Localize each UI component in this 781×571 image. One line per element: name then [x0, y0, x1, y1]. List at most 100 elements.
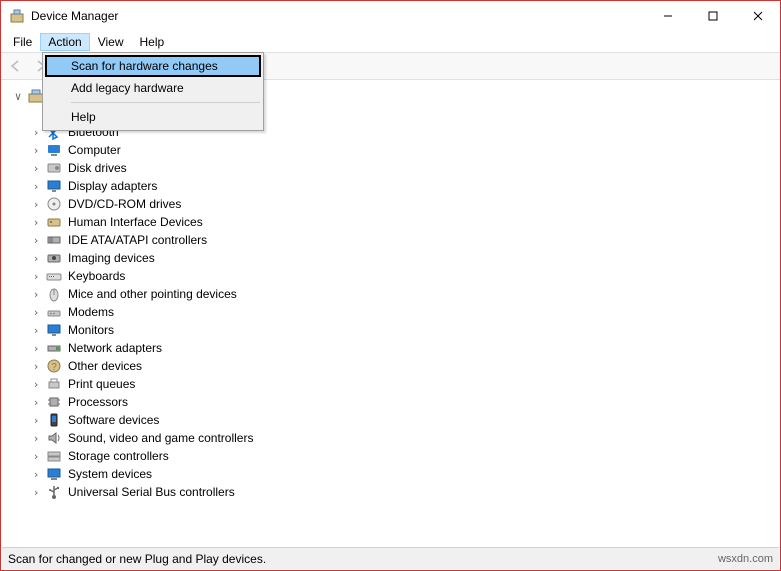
tree-node-label: Print queues [66, 377, 135, 391]
chevron-right-icon[interactable]: › [30, 288, 42, 301]
tree-node-label: Other devices [66, 359, 142, 373]
device-category-icon [46, 304, 62, 320]
tree-node[interactable]: › Modems [12, 303, 779, 321]
device-category-icon [46, 394, 62, 410]
tree-node-label: Display adapters [66, 179, 157, 193]
window-title: Device Manager [31, 9, 645, 23]
menu-view[interactable]: View [90, 33, 132, 51]
chevron-right-icon[interactable]: › [30, 216, 42, 229]
chevron-right-icon[interactable]: › [30, 360, 42, 373]
tree-node-label: Sound, video and game controllers [66, 431, 253, 445]
app-icon [9, 8, 25, 24]
device-tree: ∨ › atteries ›Bluetooth›Computer›Disk dr… [2, 81, 779, 501]
tree-node-label: Universal Serial Bus controllers [66, 485, 235, 499]
title-bar: Device Manager [1, 1, 780, 31]
tree-node[interactable]: › System devices [12, 465, 779, 483]
credit-text: wsxdn.com [718, 553, 773, 565]
tree-node-label: Modems [66, 305, 114, 319]
tree-node[interactable]: › Human Interface Devices [12, 213, 779, 231]
tree-node-label: Imaging devices [66, 251, 155, 265]
device-category-icon [46, 178, 62, 194]
tree-node[interactable]: › DVD/CD-ROM drives [12, 195, 779, 213]
tree-node[interactable]: › Sound, video and game controllers [12, 429, 779, 447]
menu-scan-hardware[interactable]: Scan for hardware changes [45, 55, 261, 77]
chevron-right-icon[interactable]: › [30, 252, 42, 265]
tree-node-label: DVD/CD-ROM drives [66, 197, 181, 211]
tree-node[interactable]: › Computer [12, 141, 779, 159]
chevron-right-icon[interactable]: › [30, 126, 42, 139]
tree-node-label: IDE ATA/ATAPI controllers [66, 233, 207, 247]
device-category-icon [46, 376, 62, 392]
tree-node-label: Human Interface Devices [66, 215, 203, 229]
chevron-right-icon[interactable]: › [30, 198, 42, 211]
back-button[interactable] [5, 55, 27, 77]
device-category-icon [46, 412, 62, 428]
tree-node[interactable]: › Print queues [12, 375, 779, 393]
tree-node[interactable]: › Software devices [12, 411, 779, 429]
chevron-right-icon[interactable]: › [30, 432, 42, 445]
device-category-icon [46, 286, 62, 302]
tree-node[interactable]: › Processors [12, 393, 779, 411]
tree-node[interactable]: › Display adapters [12, 177, 779, 195]
menu-action[interactable]: Action [40, 33, 89, 51]
tree-node-label: Processors [66, 395, 128, 409]
tree-node[interactable]: › Network adapters [12, 339, 779, 357]
chevron-right-icon[interactable]: › [30, 234, 42, 247]
device-category-icon [46, 214, 62, 230]
chevron-right-icon[interactable]: › [30, 162, 42, 175]
tree-node-label: Mice and other pointing devices [66, 287, 237, 301]
chevron-right-icon[interactable]: › [30, 450, 42, 463]
device-category-icon [46, 448, 62, 464]
tree-node[interactable]: ›? Other devices [12, 357, 779, 375]
device-category-icon [46, 232, 62, 248]
device-category-icon [46, 268, 62, 284]
tree-node[interactable]: › Disk drives [12, 159, 779, 177]
tree-node[interactable]: › Monitors [12, 321, 779, 339]
tree-node-label: Monitors [66, 323, 114, 337]
device-category-icon: ? [46, 358, 62, 374]
chevron-right-icon[interactable]: › [30, 144, 42, 157]
tree-node[interactable]: › IDE ATA/ATAPI controllers [12, 231, 779, 249]
tree-node[interactable]: › Imaging devices [12, 249, 779, 267]
tree-node[interactable]: › Storage controllers [12, 447, 779, 465]
menu-file[interactable]: File [5, 33, 40, 51]
chevron-right-icon[interactable]: › [30, 414, 42, 427]
chevron-right-icon[interactable]: › [30, 180, 42, 193]
tree-node-label: Disk drives [66, 161, 127, 175]
chevron-right-icon[interactable]: › [30, 324, 42, 337]
device-category-icon [46, 250, 62, 266]
svg-text:?: ? [51, 362, 57, 373]
device-tree-pane[interactable]: ∨ › atteries ›Bluetooth›Computer›Disk dr… [2, 81, 779, 542]
minimize-button[interactable] [645, 1, 690, 31]
menu-help-item[interactable]: Help [45, 106, 261, 128]
menu-help[interactable]: Help [132, 33, 173, 51]
status-bar: Scan for changed or new Plug and Play de… [2, 547, 779, 569]
tree-node[interactable]: › Mice and other pointing devices [12, 285, 779, 303]
maximize-button[interactable] [690, 1, 735, 31]
tree-node-label: Storage controllers [66, 449, 169, 463]
chevron-right-icon[interactable]: › [30, 270, 42, 283]
menu-add-legacy[interactable]: Add legacy hardware [45, 77, 261, 99]
close-button[interactable] [735, 1, 780, 31]
action-dropdown: Scan for hardware changes Add legacy har… [42, 52, 264, 131]
device-category-icon [46, 340, 62, 356]
tree-node-label: Software devices [66, 413, 159, 427]
chevron-right-icon[interactable]: › [30, 396, 42, 409]
chevron-right-icon[interactable]: › [30, 468, 42, 481]
device-category-icon [46, 484, 62, 500]
chevron-right-icon[interactable]: › [30, 486, 42, 499]
tree-node[interactable]: › Keyboards [12, 267, 779, 285]
device-category-icon [46, 196, 62, 212]
chevron-right-icon[interactable]: › [30, 342, 42, 355]
chevron-down-icon[interactable]: ∨ [12, 90, 24, 103]
chevron-right-icon[interactable]: › [30, 306, 42, 319]
tree-node-label: System devices [66, 467, 152, 481]
status-text: Scan for changed or new Plug and Play de… [8, 552, 266, 566]
tree-node-label: Computer [66, 143, 121, 157]
tree-node[interactable]: › Universal Serial Bus controllers [12, 483, 779, 501]
tree-node-label: Keyboards [66, 269, 125, 283]
device-category-icon [46, 322, 62, 338]
chevron-right-icon[interactable]: › [30, 378, 42, 391]
tree-node-label: Network adapters [66, 341, 162, 355]
device-category-icon [46, 466, 62, 482]
